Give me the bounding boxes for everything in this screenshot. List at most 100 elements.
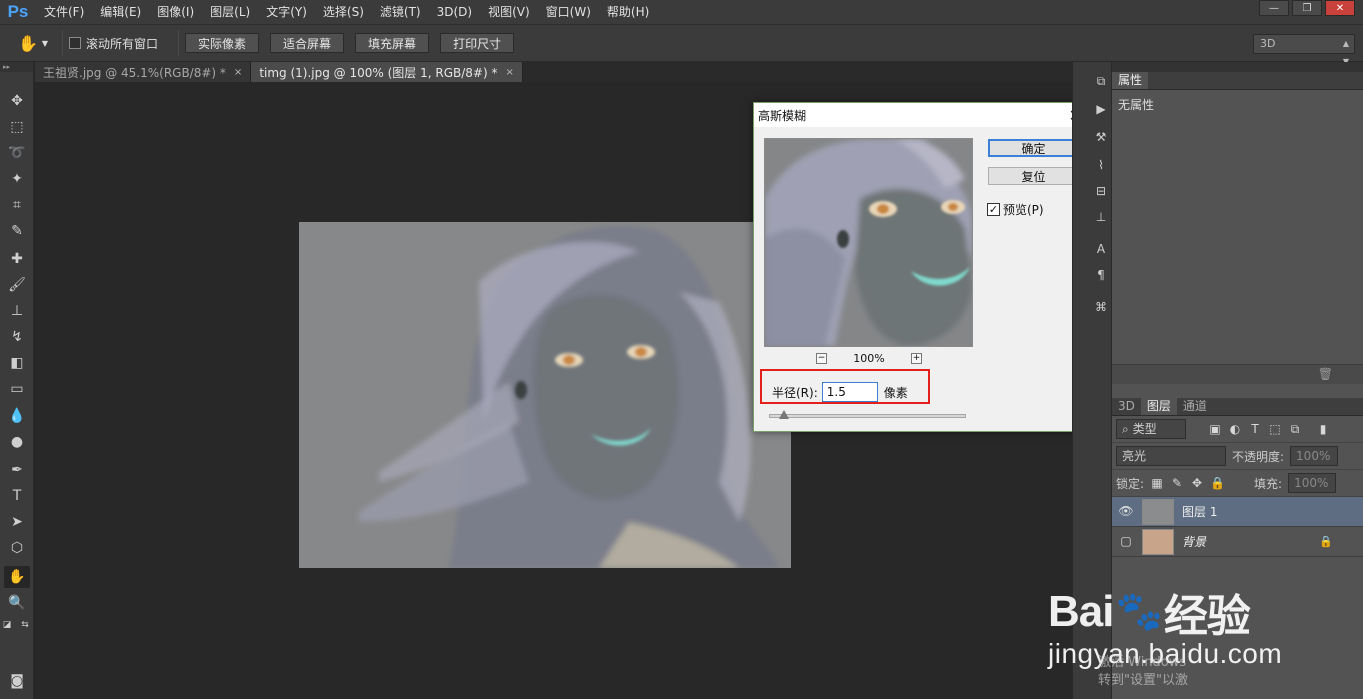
menu-file[interactable]: 文件(F) — [36, 0, 92, 24]
paths-icon[interactable]: ⌘ — [1093, 300, 1109, 316]
panel-collapse-handle[interactable]: ▸▸ — [0, 62, 33, 72]
fill-input[interactable]: 100% — [1288, 473, 1337, 493]
preview-area[interactable] — [764, 138, 973, 347]
filter-kind-select[interactable]: ⌕ 类型 — [1116, 419, 1186, 439]
character-icon[interactable]: A — [1093, 242, 1109, 258]
search-icon: ⌕ — [1122, 422, 1129, 436]
layer-row[interactable]: 👁 图层 1 — [1112, 497, 1363, 527]
tab-document-2[interactable]: timg (1).jpg @ 100% (图层 1, RGB/8#) * × — [251, 62, 523, 82]
lock-label: 锁定: — [1116, 476, 1145, 491]
brush-tool-icon[interactable]: 🖌 — [4, 274, 30, 296]
gradient-tool-icon[interactable]: ▭ — [4, 378, 30, 400]
dodge-tool-icon[interactable]: ● — [4, 431, 30, 453]
radius-slider[interactable] — [769, 410, 966, 419]
menu-view[interactable]: 视图(V) — [480, 0, 538, 24]
reset-button[interactable]: 复位 — [988, 167, 1079, 185]
menu-filter[interactable]: 滤镜(T) — [372, 0, 429, 24]
healing-brush-tool-icon[interactable]: ✚ — [4, 248, 30, 270]
history-icon[interactable]: ⧉ — [1093, 74, 1109, 90]
hand-tool-preset[interactable]: ✋ ▼ — [0, 34, 56, 53]
filter-smart-object-icon[interactable]: ⧉ — [1288, 422, 1302, 436]
check-icon[interactable]: ✓ — [987, 203, 1000, 216]
print-size-button[interactable]: 打印尺寸 — [440, 33, 515, 53]
menu-window[interactable]: 窗口(W) — [538, 0, 599, 24]
menu-layer[interactable]: 图层(L) — [202, 0, 258, 24]
menu-select[interactable]: 选择(S) — [315, 0, 372, 24]
lock-transparent-icon[interactable]: ▦ — [1150, 476, 1164, 490]
path-selection-tool-icon[interactable]: ➤ — [4, 511, 30, 533]
fill-screen-button[interactable]: 填充屏幕 — [355, 33, 430, 53]
dialog-titlebar[interactable]: 高斯模糊 — [754, 103, 1090, 127]
lock-all-icon[interactable]: 🔒 — [1210, 476, 1225, 490]
adjustments-icon[interactable]: ⊥ — [1093, 210, 1109, 226]
slider-thumb[interactable] — [778, 410, 789, 419]
tool-presets-icon[interactable]: ⚒ — [1093, 130, 1109, 146]
visibility-toggle[interactable]: ▢ — [1118, 534, 1134, 550]
tab-properties[interactable]: 属性 — [1112, 72, 1149, 89]
preview-checkbox[interactable]: ✓ 预览(P) — [987, 201, 1044, 218]
shape-tool-icon[interactable]: ⬡ — [4, 537, 30, 559]
trash-icon[interactable]: 🗑 — [1318, 367, 1333, 381]
quick-mask-icon[interactable]: ◙ — [4, 670, 30, 692]
opacity-input[interactable]: 100% — [1290, 446, 1339, 466]
zoom-out-button[interactable]: − — [816, 352, 827, 364]
menu-help[interactable]: 帮助(H) — [599, 0, 657, 24]
move-tool-icon[interactable]: ✥ — [4, 90, 30, 112]
menu-type[interactable]: 文字(Y) — [258, 0, 315, 24]
document-image[interactable] — [299, 222, 791, 568]
blur-tool-icon[interactable]: 💧 — [4, 405, 30, 427]
clone-source-icon[interactable]: ⊟ — [1093, 184, 1109, 200]
workspace-select[interactable]: 3D ▲▼ — [1253, 34, 1355, 66]
zoom-tool-icon[interactable]: 🔍 — [4, 592, 30, 614]
filter-type-icon[interactable]: T — [1248, 422, 1262, 436]
stamp-tool-icon[interactable]: ⊥ — [4, 300, 30, 322]
actual-pixels-button[interactable]: 实际像素 — [185, 33, 260, 53]
menu-image[interactable]: 图像(I) — [149, 0, 202, 24]
brush-presets-icon[interactable]: ⌇ — [1093, 158, 1109, 174]
tab-channels[interactable]: 通道 — [1177, 398, 1213, 415]
eraser-tool-icon[interactable]: ◧ — [4, 352, 30, 374]
menu-edit[interactable]: 编辑(E) — [92, 0, 149, 24]
filter-adjustment-icon[interactable]: ◐ — [1228, 422, 1242, 436]
checkbox-box[interactable] — [69, 37, 81, 49]
actions-icon[interactable]: ▶ — [1093, 102, 1109, 118]
ok-button[interactable]: 确定 — [988, 139, 1079, 157]
zoom-in-button[interactable]: + — [910, 352, 922, 364]
type-tool-icon[interactable]: T — [4, 485, 30, 507]
layer-row[interactable]: ▢ 背景 🔒 — [1112, 527, 1363, 557]
eyedropper-tool-icon[interactable]: ✎ — [4, 220, 30, 242]
paragraph-icon[interactable]: ¶ — [1093, 268, 1109, 284]
scroll-all-windows-checkbox[interactable]: 滚动所有窗口 — [69, 35, 158, 52]
activate-line-2: 转到"设置"以激 — [1098, 673, 1188, 688]
filter-pixel-icon[interactable]: ▣ — [1208, 422, 1222, 436]
swap-colors-icon[interactable]: ⇆ — [18, 614, 32, 636]
radius-input[interactable]: 1.5 — [821, 382, 878, 402]
divider — [62, 30, 63, 56]
restore-button[interactable]: ❐ — [1292, 0, 1322, 16]
marquee-tool-icon[interactable]: ⬚ — [4, 116, 30, 138]
filter-shape-icon[interactable]: ⬚ — [1268, 422, 1282, 436]
close-icon[interactable]: × — [505, 67, 513, 78]
default-colors-icon[interactable]: ◪ — [0, 614, 14, 636]
lock-pixels-icon[interactable]: ✎ — [1170, 476, 1184, 490]
close-window-button[interactable]: ✕ — [1325, 0, 1355, 16]
close-icon[interactable]: × — [234, 67, 242, 78]
tab-document-1[interactable]: 王祖贤.jpg @ 45.1%(RGB/8#) * × — [35, 62, 252, 82]
eye-icon[interactable]: 👁 — [1118, 504, 1134, 520]
hand-tool-icon[interactable]: ✋ — [4, 566, 30, 588]
tab-layers[interactable]: 图层 — [1140, 398, 1177, 415]
fit-screen-button[interactable]: 适合屏幕 — [270, 33, 345, 53]
tab-3d[interactable]: 3D — [1112, 398, 1141, 415]
pen-tool-icon[interactable]: ✒ — [4, 459, 30, 481]
magic-wand-tool-icon[interactable]: ✦ — [4, 168, 30, 190]
blend-mode-select[interactable]: 亮光 — [1116, 446, 1226, 466]
divider — [178, 30, 180, 56]
lasso-tool-icon[interactable]: ➰ — [4, 142, 30, 164]
scroll-all-windows-label: 滚动所有窗口 — [86, 36, 159, 51]
history-brush-tool-icon[interactable]: ↯ — [4, 326, 30, 348]
lock-position-icon[interactable]: ✥ — [1190, 476, 1204, 490]
crop-tool-icon[interactable]: ⌗ — [4, 194, 30, 216]
filter-toggle-icon[interactable]: ▮ — [1316, 422, 1330, 436]
menu-3d[interactable]: 3D(D) — [429, 0, 480, 24]
minimize-button[interactable]: — — [1259, 0, 1289, 16]
